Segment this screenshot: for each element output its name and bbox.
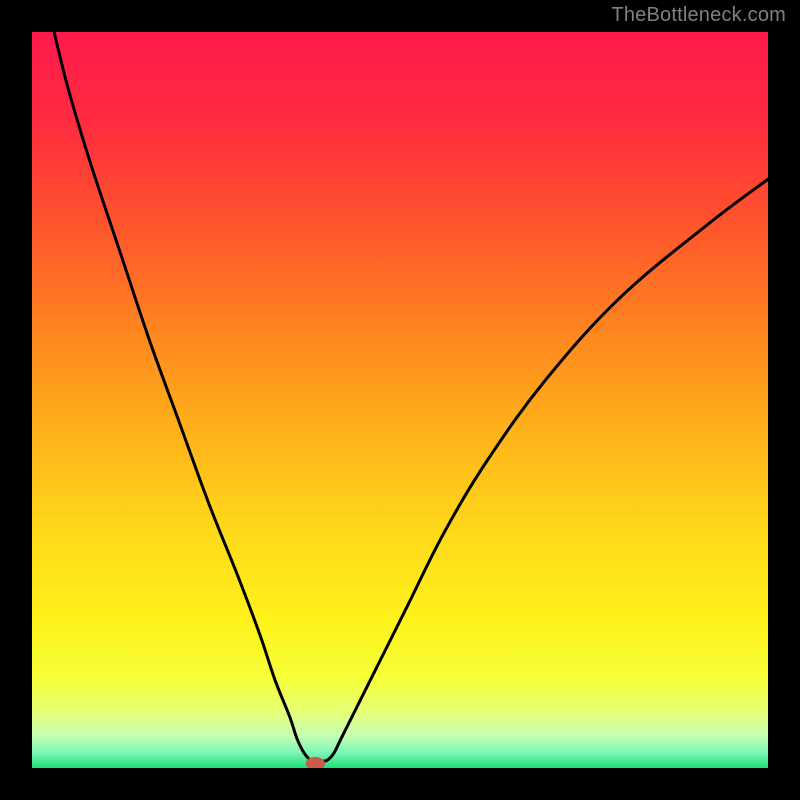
gradient-background [32, 32, 768, 768]
outer-frame: TheBottleneck.com [0, 0, 800, 800]
chart-svg [32, 32, 768, 768]
watermark-text: TheBottleneck.com [611, 4, 786, 27]
chart-area [32, 32, 768, 768]
